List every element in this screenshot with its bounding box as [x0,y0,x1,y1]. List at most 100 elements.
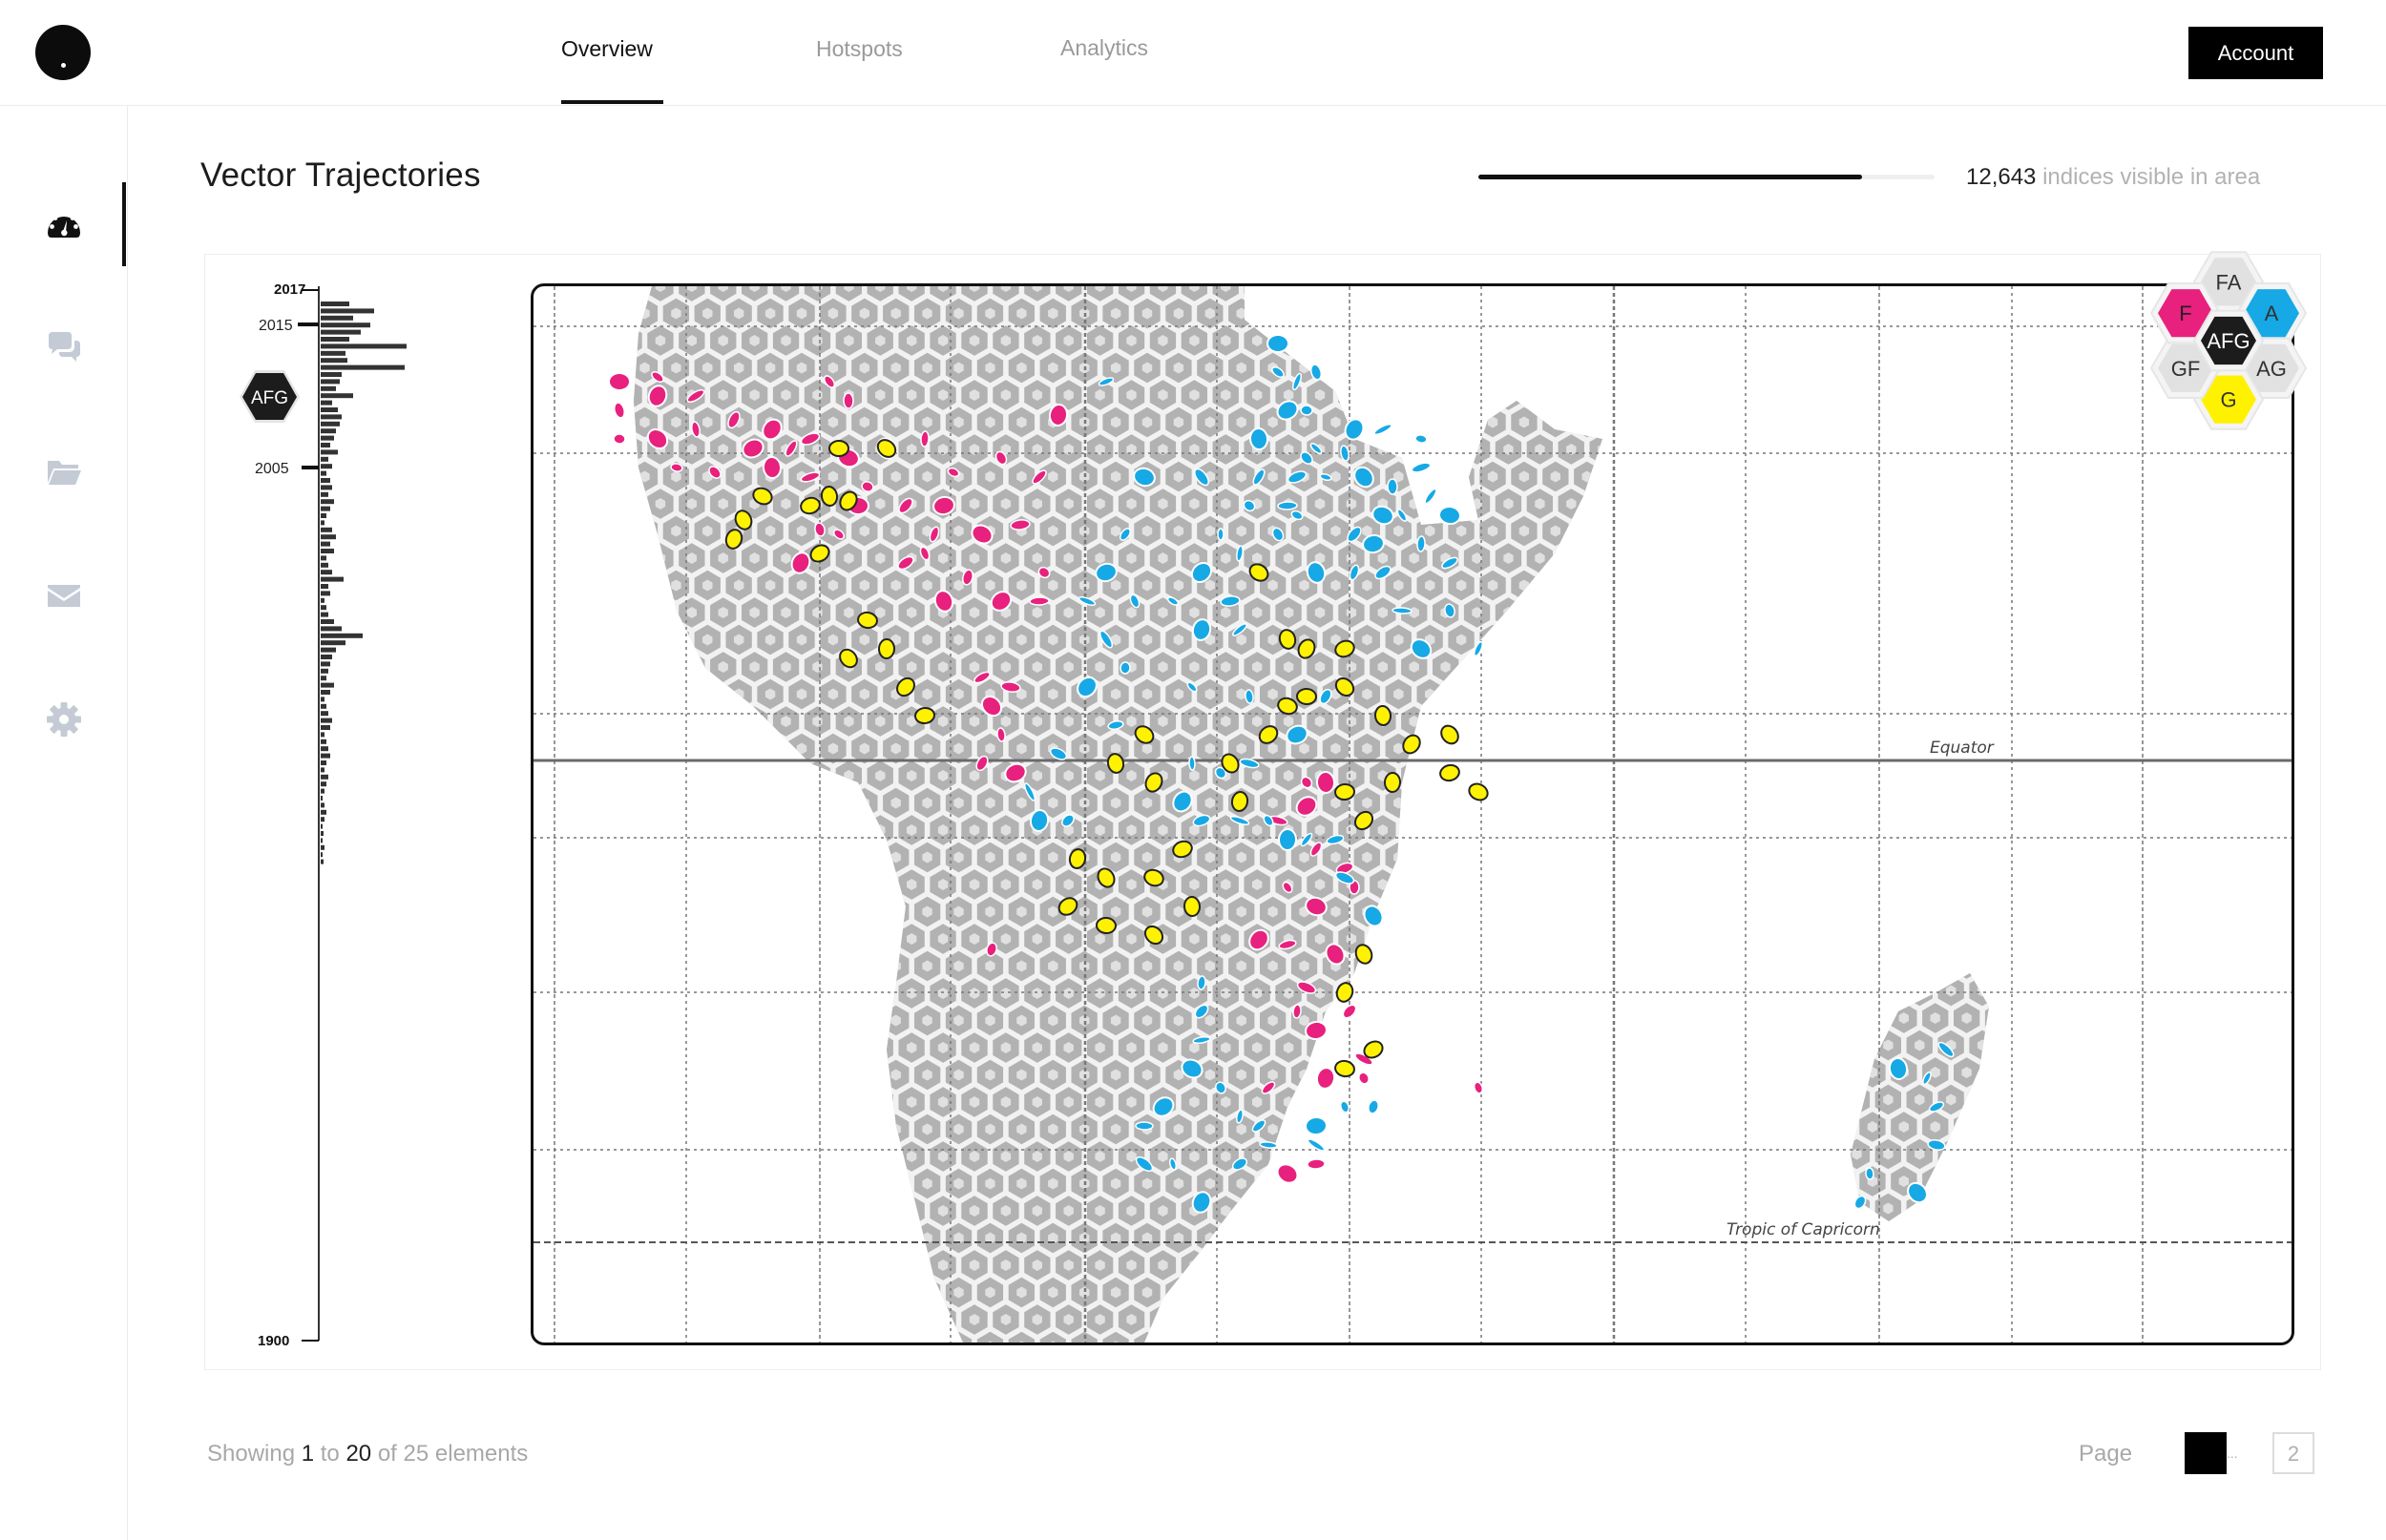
map-hex [1856,973,1889,983]
map-hex [1508,839,1540,876]
trajectory-marker [1188,756,1196,771]
histogram-bar [321,844,324,850]
map-hex [1460,920,1494,958]
map-hex [895,1301,928,1339]
map-hex-dot [639,851,650,864]
map-hex-dot [1993,1176,2002,1187]
histogram-bar [321,372,342,377]
histogram-bar [321,767,324,773]
map-hex [1241,1192,1273,1230]
sidebar-item-settings[interactable] [0,678,127,760]
map-hex-dot [686,1205,697,1217]
map-hex-dot [875,1314,886,1325]
map-hex-dot [1566,607,1577,618]
timeline-histogram[interactable]: 2017 2015 2005 1900 AFG [239,277,487,1355]
map-hex [1539,839,1572,876]
map-hex [801,1029,834,1067]
logo[interactable] [35,25,91,80]
map-hex [880,1328,912,1342]
timeline-marker[interactable]: AFG [240,370,300,423]
map-hex [785,1002,818,1039]
map-hex [1194,1274,1226,1311]
map-hex-dot [827,1341,839,1342]
map-hex [832,1137,865,1176]
histogram-bar [321,732,324,738]
page-ellipsis: ... [2227,1446,2238,1461]
map-hex [1304,1083,1336,1121]
showing-to-word: to [320,1441,340,1467]
indices-count: 12,643 [1966,164,2037,190]
map-hex [1981,1162,1989,1200]
map-hex [1539,621,1572,658]
map-hex-dot [1993,1121,2002,1133]
map-hex [1508,1111,1540,1148]
map-hex [1604,1221,1633,1255]
map-hex [1604,351,1633,385]
map-hex-dot [890,1177,901,1190]
map-hex [1981,973,1989,983]
map-hex-dot [1425,742,1435,755]
tab-analytics[interactable]: Analytics [1060,35,1148,61]
map-hex [769,974,803,1012]
map-hex [848,784,881,822]
pagination-summary: Showing 1 to 20 of 25 elements [207,1441,528,1467]
map-hex [1460,1137,1494,1176]
sidebar-item-chat[interactable] [0,306,127,388]
map-hex-dot [1487,742,1498,755]
map-hex-dot [634,988,635,999]
map-hex [848,1219,881,1257]
map-hex-dot [781,770,791,781]
map-hex-dot [1330,1177,1341,1190]
map-hex-dot [1581,742,1592,755]
histogram-bar [321,746,328,752]
map-hex [1413,404,1446,441]
map-hex-dot [1598,1259,1602,1271]
map-hex [1604,895,1633,928]
map-hex [676,920,708,958]
legend-svg: FA A AG G GF F AFG [2149,251,2308,430]
page-button-next[interactable]: 2 [2272,1432,2314,1474]
map-hex-dot [1362,1177,1372,1190]
map-hex-dot [1314,286,1326,292]
map-hex-dot [718,1096,728,1108]
map-hex-dot [1487,362,1498,374]
map-hex-dot [655,824,666,836]
chat-icon [49,332,80,362]
map-hex-dot [859,1123,869,1135]
tab-hotspots[interactable]: Hotspots [816,36,903,62]
map-hex [707,865,740,904]
map-hex-dot [734,1286,744,1299]
map-hex-dot [1487,307,1498,320]
map-hex-dot [1535,1096,1545,1108]
sidebar-item-mail[interactable] [0,554,127,636]
map-hex [1555,702,1587,740]
map-hex [1460,1029,1494,1067]
map-hex [1430,1083,1462,1121]
map-hex-dot [1487,688,1498,700]
map-hex-dot [1487,1286,1498,1299]
sidebar-item-dashboard[interactable] [0,182,127,264]
map-hex [832,974,865,1012]
map-hex-dot [1393,905,1404,918]
map-hex-dot [1581,1286,1592,1299]
category-legend: FA A AG G GF F AFG [2109,219,2348,468]
map-hex [1335,1301,1368,1339]
account-button[interactable]: Account [2188,27,2323,79]
map-hex [1571,1274,1602,1311]
map-hex [1523,376,1556,414]
map-hex [1523,593,1556,632]
map-hex-dot [1598,335,1602,346]
map-hex-dot [671,905,681,918]
map-hex [1492,1246,1525,1284]
map-hex-dot [1330,1014,1341,1027]
page-button-current[interactable]: 1 [2185,1432,2227,1474]
tab-overview[interactable]: Overview [561,36,653,62]
map-hex [1460,974,1494,1012]
showing-total: 25 [403,1441,429,1467]
vector-map[interactable]: Equator Tropic of Capricorn [531,283,2294,1345]
map-hex [785,947,818,985]
map-hex-dot [734,1123,744,1135]
trajectory-marker [1342,1004,1357,1019]
map-hex [1178,1246,1210,1284]
sidebar-item-files[interactable] [0,430,127,512]
